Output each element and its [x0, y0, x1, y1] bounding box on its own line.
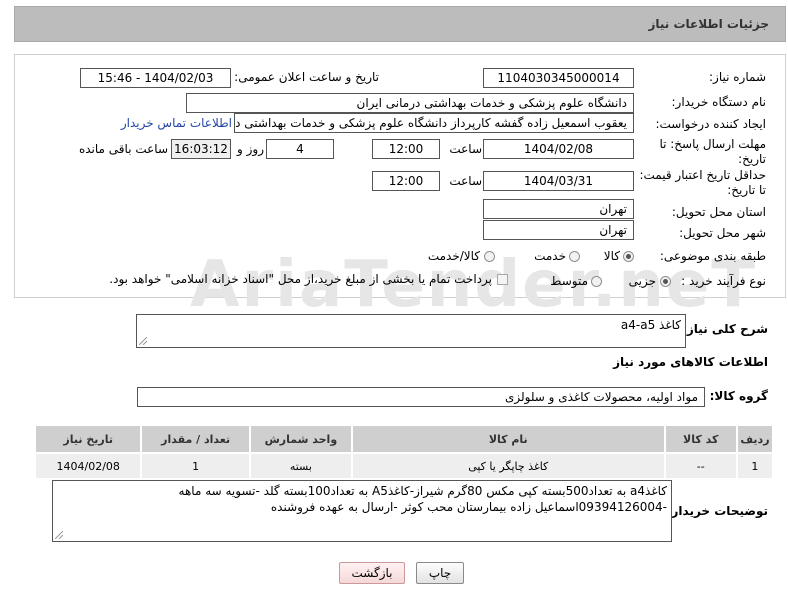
page-header: جزئیات اطلاعات نیاز — [14, 6, 786, 42]
table-row: 1 -- کاغذ چاپگر یا کپی بسته 1 1404/02/08 — [33, 452, 775, 480]
col-qty: تعداد / مقدار — [140, 424, 251, 454]
cell-name: کاغذ چاپگر یا کپی — [350, 452, 666, 480]
resize-grip-icon[interactable] — [139, 337, 147, 345]
print-button[interactable]: چاپ — [416, 562, 464, 584]
process-option-medium: متوسط — [550, 274, 588, 288]
page-title: جزئیات اطلاعات نیاز — [648, 17, 769, 31]
buyer-notes-field: کاغذa4 به تعداد500بسته کپی مکس 80گرم شیر… — [52, 480, 672, 542]
category-radio-service[interactable] — [569, 251, 580, 262]
treasury-payment-checkbox[interactable] — [497, 274, 508, 285]
goods-group-label: گروه کالا: — [709, 389, 768, 403]
col-need-date: تاریخ نیاز — [33, 424, 143, 454]
requester-label: ایجاد کننده درخواست: — [655, 117, 766, 131]
category-radio-goods[interactable] — [623, 251, 634, 262]
resize-grip-icon[interactable] — [55, 531, 63, 539]
need-number-label: شماره نیاز: — [709, 70, 766, 84]
city-label: شهر محل تحویل: — [679, 226, 766, 240]
deadline-time-label: ساعت — [449, 142, 482, 156]
deadline-label-2: تاریخ: — [738, 152, 766, 166]
price-time-field: 12:00 — [372, 171, 440, 191]
goods-table-header: ردیف کد کالا نام کالا واحد شمارش تعداد /… — [33, 424, 775, 454]
category-label: طبقه بندی موضوعی: — [659, 249, 766, 263]
category-radio-goods-service[interactable] — [484, 251, 495, 262]
days-field: 4 — [266, 139, 334, 159]
goods-table: ردیف کد کالا نام کالا واحد شمارش تعداد /… — [33, 424, 775, 480]
process-radio-minor[interactable] — [660, 276, 671, 287]
price-validity-label-2: تا تاریخ: — [727, 183, 766, 197]
goods-section-title: اطلاعات کالاهای مورد نیاز — [613, 355, 768, 369]
process-label: نوع فرآیند خرید : — [681, 274, 766, 288]
cell-row: 1 — [735, 452, 775, 480]
price-validity-label-1: حداقل تاریخ اعتبار قیمت: — [639, 168, 766, 182]
requester-field: یعقوب اسمعیل زاده گفشه کارپرداز دانشگاه … — [234, 113, 634, 133]
process-option-minor: جزیی — [628, 274, 656, 288]
announce-label: تاریخ و ساعت اعلان عمومی: — [234, 70, 379, 84]
announce-field: 1404/02/03 - 15:46 — [80, 68, 231, 88]
category-option-goods: کالا — [603, 249, 620, 263]
buyer-notes-line-1: کاغذa4 به تعداد500بسته کپی مکس 80گرم شیر… — [178, 484, 667, 498]
price-time-label: ساعت — [449, 174, 482, 188]
process-radio-medium[interactable] — [591, 276, 602, 287]
col-code: کد کالا — [663, 424, 738, 454]
buyer-org-field: دانشگاه علوم پزشکی و خدمات بهداشتی درمان… — [186, 93, 634, 113]
summary-label: شرح کلی نیاز: — [682, 322, 768, 336]
cell-unit: بسته — [248, 452, 353, 480]
col-name: نام کالا — [350, 424, 666, 454]
summary-field: کاغذ a4-a5 — [136, 314, 686, 348]
back-button[interactable]: بازگشت — [339, 562, 405, 584]
deadline-date-field: 1404/02/08 — [483, 139, 634, 159]
goods-group-field: مواد اولیه، محصولات کاغذی و سلولزی — [137, 387, 705, 407]
province-label: استان محل تحویل: — [671, 205, 766, 219]
deadline-time-field: 12:00 — [372, 139, 440, 159]
remaining-time-field: 16:03:12 — [171, 139, 231, 159]
category-option-service: خدمت — [534, 249, 566, 263]
cell-code: -- — [663, 452, 738, 480]
cell-qty: 1 — [140, 452, 251, 480]
need-number-field: 1104030345000014 — [483, 68, 634, 88]
remaining-label: ساعت باقی مانده — [78, 142, 168, 156]
col-row: ردیف — [735, 424, 775, 454]
buyer-notes-line-2: -09394126004اسماعیل زاده بیمارستان محب ک… — [270, 500, 667, 514]
days-label: روز و — [237, 142, 264, 156]
treasury-payment-note: پرداخت تمام یا بخشی از مبلغ خرید،از محل … — [109, 272, 492, 286]
buyer-contact-link[interactable]: اطلاعات تماس خریدار — [121, 116, 232, 130]
province-field: تهران — [483, 199, 634, 219]
col-unit: واحد شمارش — [248, 424, 353, 454]
buyer-notes-label: توضیحات خریدار: — [666, 504, 768, 518]
city-field: تهران — [483, 220, 634, 240]
price-date-field: 1404/03/31 — [483, 171, 634, 191]
buyer-org-label: نام دستگاه خریدار: — [671, 95, 767, 109]
deadline-label-1: مهلت ارسال پاسخ: تا — [659, 137, 766, 151]
cell-need-date: 1404/02/08 — [33, 452, 143, 480]
category-option-goods-service: کالا/خدمت — [427, 249, 480, 263]
summary-text: کاغذ a4-a5 — [620, 318, 681, 332]
